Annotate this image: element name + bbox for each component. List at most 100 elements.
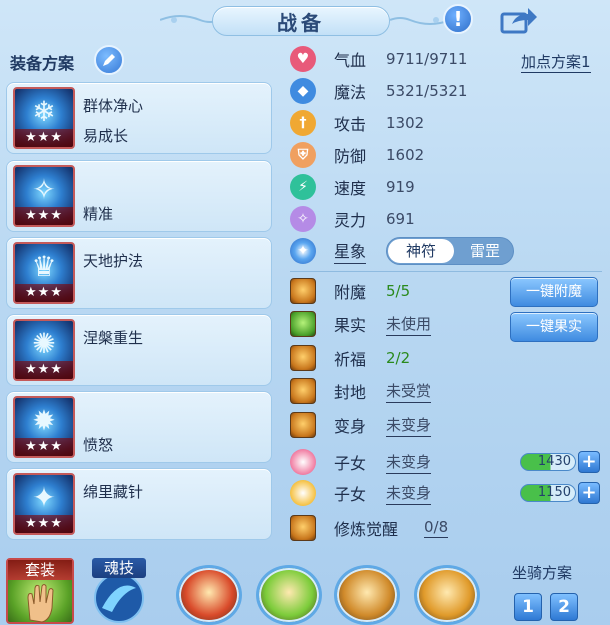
child-row: 子女 未变身 (290, 448, 432, 476)
toggle-option-leigang[interactable]: 雷罡 (457, 239, 513, 263)
skill-card[interactable]: ✹ ★★★ 愤怒 (6, 391, 272, 463)
child-value[interactable]: 未变身 (386, 451, 432, 474)
equipment-plan-title: 装备方案 (10, 54, 75, 73)
star-sign-row: ✦ 星象 (290, 237, 367, 265)
enhance-label: 封地 (334, 383, 367, 402)
enhance-value[interactable]: 2/2 (386, 349, 410, 367)
child-gold-icon (290, 480, 316, 506)
hand-icon (27, 584, 54, 623)
one-click-enchant-button[interactable]: 一键附魔 (510, 277, 598, 307)
cultivation-row: 修炼觉醒 0/8 (290, 514, 449, 542)
skill-icon: ♛ ★★★ (13, 242, 75, 304)
child-pink-icon (290, 449, 316, 475)
mana-icon: ◆ (290, 78, 316, 104)
child-row: 子女 未变身 (290, 479, 432, 507)
toggle-option-shenfu[interactable]: 神符 (388, 239, 454, 263)
star-rating: ★★★ (15, 361, 73, 379)
enhance-label: 果实 (334, 316, 367, 335)
skill-card[interactable]: ✺ ★★★ 涅槃重生 (6, 314, 272, 386)
skill-icon: ✧ ★★★ (13, 165, 75, 227)
header-bar: 战备 ! (0, 0, 610, 40)
skill-name-secondary: 易成长 (83, 127, 129, 145)
fruit-icon (290, 311, 316, 337)
golden-monk-icon[interactable] (414, 565, 480, 625)
warrior-icon[interactable] (334, 565, 400, 625)
stat-value: 1602 (386, 146, 425, 164)
skill-name-primary: 天地护法 (83, 252, 144, 270)
star-sign-label[interactable]: 星象 (334, 238, 367, 264)
one-click-fruit-button[interactable]: 一键果实 (510, 312, 598, 342)
star-sign-toggle[interactable]: 神符 雷罡 (386, 237, 514, 265)
enhance-value[interactable]: 未使用 (386, 313, 432, 336)
child-value[interactable]: 未变身 (386, 482, 432, 505)
stat-row: ♥ 气血 9711/9711 (290, 45, 467, 73)
mount-plan-2-button[interactable]: 2 (550, 593, 578, 621)
child-plus-button[interactable]: + (578, 451, 600, 473)
stat-value: 691 (386, 210, 415, 228)
svg-text:❄: ❄ (32, 95, 55, 128)
skill-icon: ✦ ★★★ (13, 473, 75, 535)
skill-card[interactable]: ❄ ★★★ 群体净心 易成长 (6, 82, 272, 154)
stat-row: ⛨ 防御 1602 (290, 141, 424, 169)
skill-icon: ❄ ★★★ (13, 87, 75, 149)
stat-label: 攻击 (334, 115, 367, 134)
stat-value: 5321/5321 (386, 82, 468, 100)
stat-label: 速度 (334, 179, 367, 198)
green-leaf-icon[interactable] (256, 565, 322, 625)
enhance-value[interactable]: 5/5 (386, 282, 410, 300)
enhance-row: 封地 未受赏 (290, 377, 432, 405)
stat-label: 气血 (334, 51, 367, 70)
exclamation-icon[interactable]: ! (443, 4, 473, 34)
shield-icon: ⛨ (290, 142, 316, 168)
svg-text:✧: ✧ (32, 173, 55, 206)
title-right-ornament (390, 17, 450, 25)
skill-name-secondary: 精准 (83, 205, 114, 223)
enhance-value[interactable]: 未变身 (386, 414, 432, 437)
skill-icon: ✺ ★★★ (13, 319, 75, 381)
section-divider (290, 271, 602, 272)
cultivation-label: 修炼觉醒 (334, 520, 399, 539)
child-label: 子女 (334, 485, 367, 504)
skill-card[interactable]: ♛ ★★★ 天地护法 (6, 237, 272, 309)
soul-skill-slot[interactable]: 魂技 (88, 558, 150, 624)
skill-name-primary: 涅槃重生 (83, 329, 144, 347)
transform-icon (290, 412, 316, 438)
fief-icon (290, 378, 316, 404)
stat-value: 1302 (386, 114, 425, 132)
cultivation-icon (290, 515, 316, 541)
star-rating: ★★★ (15, 284, 73, 302)
skill-name-primary: 绵里藏针 (83, 483, 144, 501)
enhance-row: 果实 未使用 (290, 310, 432, 338)
page-title: 战备 (277, 10, 325, 35)
stat-label: 灵力 (334, 211, 367, 230)
enhance-label: 祈福 (334, 350, 367, 369)
mount-plan-title: 坐骑方案 (512, 564, 573, 582)
enchant-icon (290, 278, 316, 304)
suit-slot[interactable]: 套装 (6, 558, 74, 624)
skill-icon: ✹ ★★★ (13, 396, 75, 458)
stat-value: 9711/9711 (386, 50, 468, 68)
enhance-row: 变身 未变身 (290, 411, 432, 439)
share-icon[interactable] (500, 6, 538, 34)
skill-card[interactable]: ✧ ★★★ 精准 (6, 160, 272, 232)
suit-label: 套装 (8, 560, 72, 580)
attribute-plan-link[interactable]: 加点方案1 (521, 51, 591, 73)
stat-row: ◆ 魔法 5321/5321 (290, 77, 467, 105)
pencil-icon[interactable] (94, 45, 124, 75)
svg-text:✦: ✦ (32, 481, 55, 514)
sword-icon: † (290, 110, 316, 136)
enhance-label: 附魔 (334, 283, 367, 302)
star-rating: ★★★ (15, 438, 73, 456)
stat-row: ✧ 灵力 691 (290, 205, 415, 233)
stat-row: † 攻击 1302 (290, 109, 424, 137)
enhance-value[interactable]: 未受赏 (386, 380, 432, 403)
child-stat-bar: 1430 (520, 453, 576, 471)
skill-card[interactable]: ✦ ★★★ 绵里藏针 (6, 468, 272, 540)
child-plus-button[interactable]: + (578, 482, 600, 504)
red-beast-icon[interactable] (176, 565, 242, 625)
cultivation-value[interactable]: 0/8 (424, 518, 449, 538)
child-label: 子女 (334, 454, 367, 473)
mount-plan-1-button[interactable]: 1 (514, 593, 542, 621)
child-stat-bar: 1150 (520, 484, 576, 502)
enhance-row: 祈福 2/2 (290, 344, 410, 372)
